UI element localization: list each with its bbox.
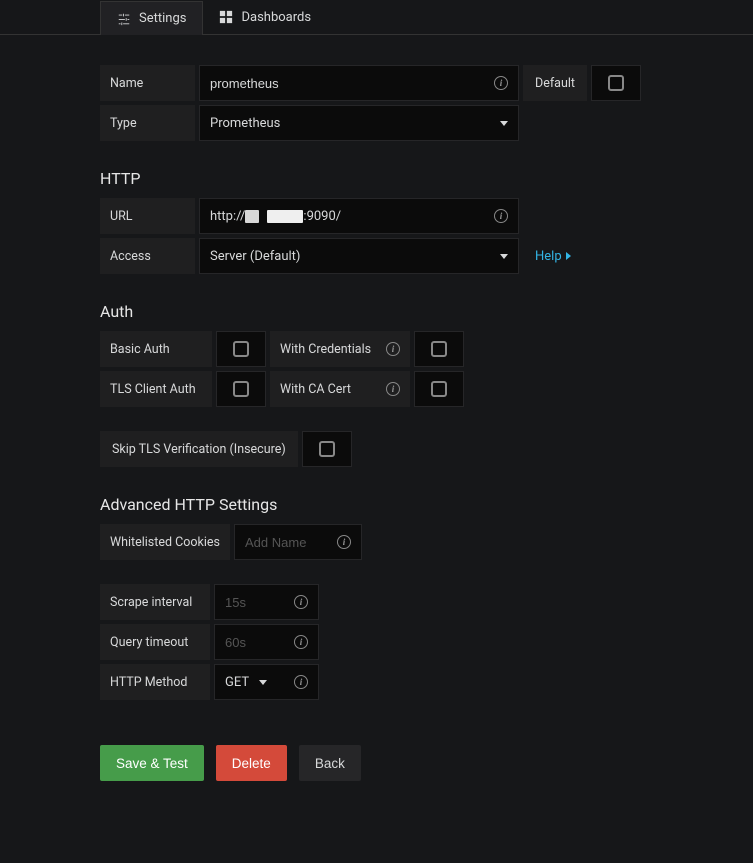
tab-dashboards[interactable]: Dashboards xyxy=(203,0,327,34)
info-icon[interactable]: i xyxy=(386,342,400,356)
query-timeout-input[interactable] xyxy=(225,635,275,650)
checkbox-icon xyxy=(431,381,447,397)
info-icon[interactable]: i xyxy=(386,382,400,396)
http-section-title: HTTP xyxy=(100,169,650,188)
delete-button[interactable]: Delete xyxy=(216,745,287,781)
basic-auth-label: Basic Auth xyxy=(100,331,212,367)
whitelisted-cookies-input[interactable] xyxy=(245,535,315,550)
with-credentials-checkbox[interactable] xyxy=(414,331,464,367)
name-input[interactable] xyxy=(210,76,508,91)
type-label: Type xyxy=(100,105,195,141)
info-icon[interactable]: i xyxy=(337,535,351,549)
access-label: Access xyxy=(100,238,195,274)
checkbox-icon xyxy=(233,341,249,357)
whitelisted-cookies-input-wrap: i xyxy=(234,524,362,560)
auth-section-title: Auth xyxy=(100,302,650,321)
whitelisted-cookies-label: Whitelisted Cookies xyxy=(100,524,230,560)
advanced-section-title: Advanced HTTP Settings xyxy=(100,495,650,514)
info-icon[interactable]: i xyxy=(294,635,308,649)
http-method-select[interactable]: GET i xyxy=(214,664,319,700)
name-label: Name xyxy=(100,65,195,101)
tls-client-auth-label: TLS Client Auth xyxy=(100,371,212,407)
tab-label: Dashboards xyxy=(241,10,311,25)
skip-tls-checkbox[interactable] xyxy=(302,431,352,467)
http-method-value: GET xyxy=(225,675,249,690)
scrape-interval-input[interactable] xyxy=(225,595,275,610)
type-value: Prometheus xyxy=(210,116,280,131)
info-icon[interactable]: i xyxy=(494,76,508,90)
http-method-label: HTTP Method xyxy=(100,664,210,700)
sliders-icon xyxy=(117,12,131,26)
url-label: URL xyxy=(100,198,195,234)
type-select[interactable]: Prometheus xyxy=(199,105,519,141)
tab-label: Settings xyxy=(139,11,186,26)
checkbox-icon xyxy=(431,341,447,357)
with-credentials-label: With Credentials i xyxy=(270,331,410,367)
access-value: Server (Default) xyxy=(210,249,300,264)
default-checkbox[interactable] xyxy=(591,65,641,101)
action-buttons: Save & Test Delete Back xyxy=(100,745,650,781)
help-link[interactable]: Help xyxy=(523,238,583,274)
checkbox-icon xyxy=(319,441,335,457)
query-timeout-input-wrap: i xyxy=(214,624,319,660)
url-value: http://:9090/ xyxy=(210,209,508,224)
basic-auth-checkbox[interactable] xyxy=(216,331,266,367)
chevron-down-icon xyxy=(500,254,508,259)
back-button[interactable]: Back xyxy=(299,745,361,781)
chevron-right-icon xyxy=(566,252,571,260)
skip-tls-label: Skip TLS Verification (Insecure) xyxy=(100,431,298,467)
info-icon[interactable]: i xyxy=(494,209,508,223)
access-select[interactable]: Server (Default) xyxy=(199,238,519,274)
save-test-button[interactable]: Save & Test xyxy=(100,745,204,781)
name-input-wrap: i xyxy=(199,65,519,101)
checkbox-icon xyxy=(233,381,249,397)
url-input-wrap[interactable]: http://:9090/ i xyxy=(199,198,519,234)
info-icon[interactable]: i xyxy=(294,675,308,689)
tab-settings[interactable]: Settings xyxy=(100,1,203,35)
checkbox-icon xyxy=(608,75,624,91)
tls-client-auth-checkbox[interactable] xyxy=(216,371,266,407)
with-ca-cert-label: With CA Cert i xyxy=(270,371,410,407)
chevron-down-icon xyxy=(500,121,508,126)
query-timeout-label: Query timeout xyxy=(100,624,210,660)
chevron-down-icon xyxy=(259,680,267,685)
tab-bar: Settings Dashboards xyxy=(0,0,753,35)
default-label: Default xyxy=(523,65,587,101)
grid-icon xyxy=(219,10,233,24)
scrape-interval-label: Scrape interval xyxy=(100,584,210,620)
with-ca-cert-checkbox[interactable] xyxy=(414,371,464,407)
scrape-interval-input-wrap: i xyxy=(214,584,319,620)
info-icon[interactable]: i xyxy=(294,595,308,609)
